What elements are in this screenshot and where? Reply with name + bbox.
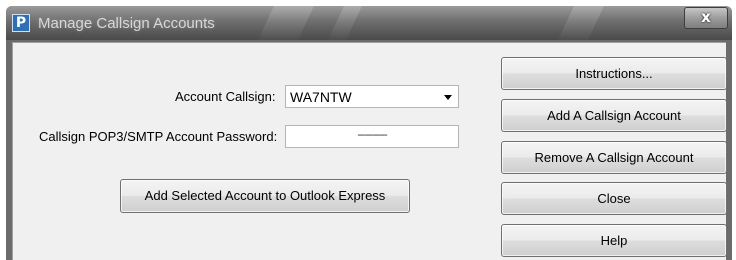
close-button[interactable]: Close [501,182,727,215]
instructions-button[interactable]: Instructions... [501,57,727,90]
chevron-down-icon[interactable] [444,95,452,100]
add-callsign-account-button[interactable]: Add A Callsign Account [501,99,727,132]
account-password-label: Callsign POP3/SMTP Account Password: [39,129,278,144]
title-bar[interactable]: P Manage Callsign Accounts x [6,6,732,40]
remove-callsign-account-button[interactable]: Remove A Callsign Account [501,141,727,174]
add-to-outlook-express-button[interactable]: Add Selected Account to Outlook Express [120,179,410,213]
glass-streak [258,6,314,40]
account-callsign-dropdown[interactable]: WA7NTW [285,85,459,108]
account-callsign-value: WA7NTW [290,89,352,105]
account-callsign-label: Account Callsign: [175,89,276,104]
glass-streak [328,6,362,40]
window-close-button[interactable]: x [684,7,728,29]
help-button[interactable]: Help [501,224,727,257]
window-title: Manage Callsign Accounts [38,15,215,32]
glass-streak [558,6,604,40]
manage-callsign-accounts-window: P Manage Callsign Accounts x Account Cal… [6,6,732,260]
dialog-client-area: Account Callsign: WA7NTW Callsign POP3/S… [12,42,727,260]
account-password-field[interactable]: ----------- [285,125,459,148]
app-logo-icon[interactable]: P [12,14,30,32]
